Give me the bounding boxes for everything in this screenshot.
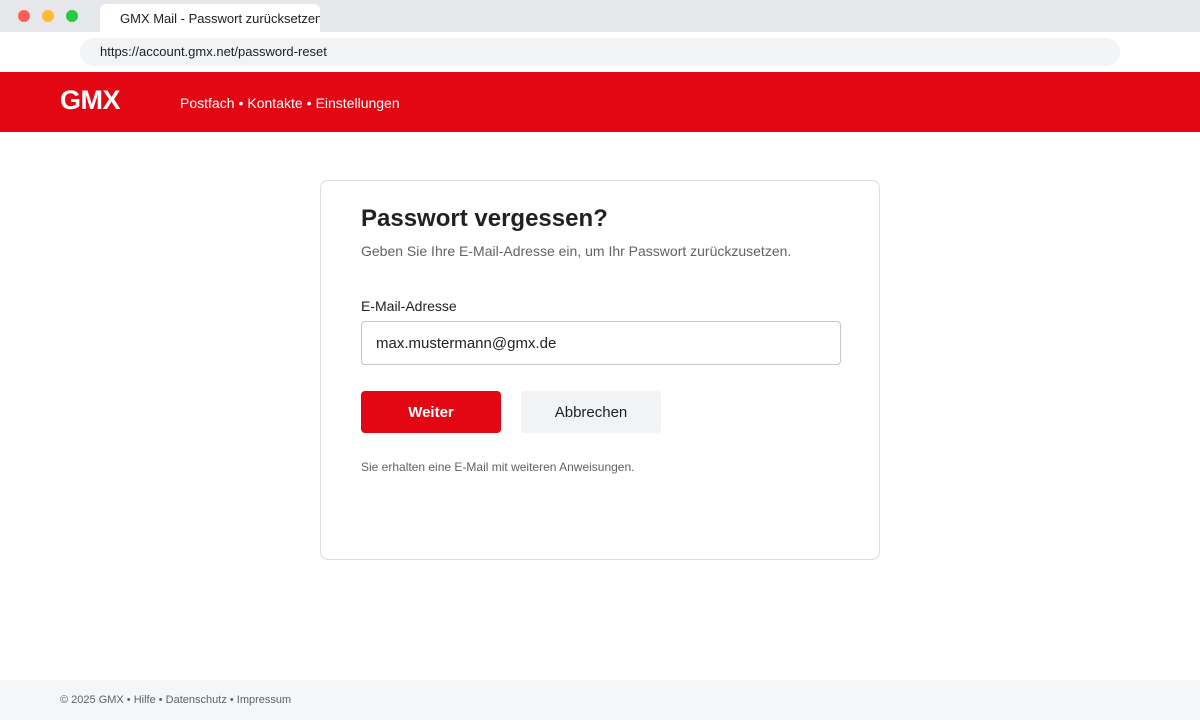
nav-item-kontakte[interactable]: Kontakte: [247, 95, 302, 111]
site-footer: © 2025 GMX • Hilfe • Datenschutz • Impre…: [0, 680, 1200, 720]
email-label: E-Mail-Adresse: [361, 298, 457, 314]
address-bar-row: https://account.gmx.net/password-reset: [0, 32, 1200, 72]
footer-text: © 2025 GMX • Hilfe • Datenschutz • Impre…: [60, 694, 292, 706]
page-subtitle: Geben Sie Ihre E-Mail-Adresse ein, um Ih…: [361, 243, 792, 259]
page-title: Passwort vergessen?: [361, 205, 608, 232]
site-header: GMX Postfach • Kontakte • Einstellungen: [0, 72, 1200, 132]
window-maximize-icon[interactable]: [66, 10, 78, 22]
main-nav: Postfach • Kontakte • Einstellungen: [180, 95, 400, 111]
password-reset-card: Passwort vergessen? Geben Sie Ihre E-Mai…: [320, 180, 880, 560]
address-bar[interactable]: https://account.gmx.net/password-reset: [80, 38, 1120, 66]
cancel-button[interactable]: Abbrechen: [521, 391, 661, 433]
nav-separator: •: [238, 95, 244, 111]
hint-text: Sie erhalten eine E-Mail mit weiteren An…: [361, 460, 635, 474]
window-close-icon[interactable]: [18, 10, 30, 22]
address-bar-url: https://account.gmx.net/password-reset: [100, 44, 327, 59]
browser-tab-title: GMX Mail - Passwort zurücksetzen: [120, 11, 320, 26]
nav-separator: •: [306, 95, 312, 111]
window-minimize-icon[interactable]: [42, 10, 54, 22]
email-field[interactable]: [361, 321, 841, 365]
continue-button[interactable]: Weiter: [361, 391, 501, 433]
gmx-logo[interactable]: GMX: [60, 85, 121, 116]
browser-tab-bar: GMX Mail - Passwort zurücksetzen: [0, 0, 1200, 32]
browser-tab[interactable]: GMX Mail - Passwort zurücksetzen: [100, 4, 320, 32]
nav-item-einstellungen[interactable]: Einstellungen: [316, 95, 400, 111]
nav-item-postfach[interactable]: Postfach: [180, 95, 234, 111]
